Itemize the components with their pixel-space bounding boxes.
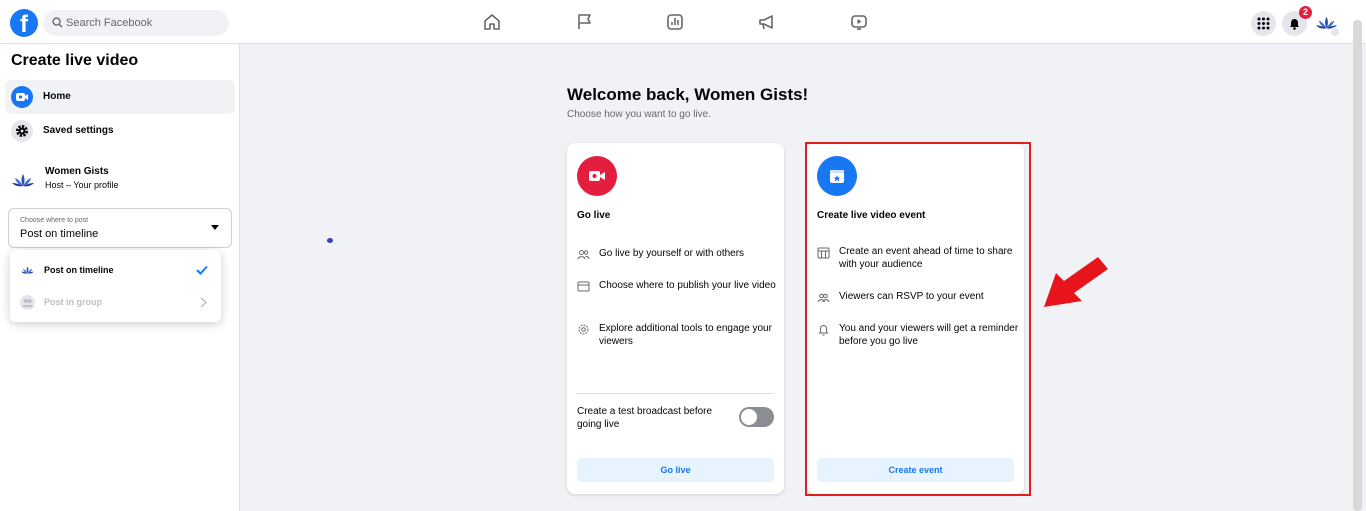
people-icon (577, 250, 590, 260)
post-destination-select[interactable]: Choose where to post Post on timeline (8, 208, 232, 248)
menu-grid-button[interactable] (1251, 11, 1276, 36)
account-chevron-icon[interactable] (1330, 27, 1340, 37)
option-label: Post on timeline (44, 265, 114, 275)
post-destination-dropdown: Post on timeline Post in group (10, 250, 221, 322)
megaphone-icon[interactable] (757, 12, 777, 32)
sidebar-title: Create live video (11, 52, 139, 69)
profile-role: Host – Your profile (45, 180, 119, 190)
select-label: Choose where to post (20, 217, 89, 224)
annotation-arrow-icon (1044, 257, 1108, 307)
select-value: Post on timeline (20, 228, 99, 240)
sidebar-item-home[interactable]: Home (5, 80, 235, 114)
sidebar-item-label: Saved settings (43, 125, 114, 136)
left-sidebar: Create live video Home Saved settings Wo… (0, 44, 240, 511)
live-camera-icon (11, 86, 33, 108)
option-post-on-timeline[interactable]: Post on timeline (10, 254, 221, 286)
option-label: Post in group (44, 297, 102, 307)
search-input[interactable] (66, 10, 224, 36)
card-divider (577, 393, 774, 394)
insights-icon[interactable] (665, 12, 685, 32)
card-title: Go live (577, 210, 611, 221)
caret-down-icon (211, 225, 219, 230)
facebook-logo[interactable]: f (10, 9, 38, 37)
bell-icon (1290, 19, 1299, 30)
lotus-logo-icon (20, 263, 35, 278)
lotus-logo-icon (12, 174, 34, 187)
live-camera-icon (577, 156, 617, 196)
profile-avatar (10, 168, 36, 194)
notification-badge: 2 (1299, 6, 1312, 19)
video-icon[interactable] (849, 12, 869, 32)
option-post-in-group[interactable]: Post in group (10, 286, 221, 318)
group-icon (20, 295, 35, 310)
search-icon (52, 17, 63, 28)
checkmark-icon (196, 265, 208, 275)
feature-text: Explore additional tools to engage your … (599, 323, 772, 347)
gear-icon (11, 120, 33, 142)
welcome-heading: Welcome back, Women Gists! (567, 85, 809, 104)
profile-name: Women Gists (45, 166, 109, 177)
sidebar-item-saved-settings[interactable]: Saved settings (5, 114, 235, 148)
publish-icon (577, 281, 590, 292)
flag-icon[interactable] (575, 12, 595, 32)
toggle-knob (741, 409, 757, 425)
search-box[interactable] (43, 10, 229, 36)
tools-gear-icon (578, 324, 589, 335)
go-live-card: Go live Go live by yourself or with othe… (567, 143, 784, 494)
test-broadcast-label: Create a test broadcast before going liv… (577, 406, 713, 430)
welcome-subtitle: Choose how you want to go live. (567, 109, 711, 120)
grid-icon (1257, 17, 1270, 30)
page-scrollbar[interactable] (1353, 20, 1362, 511)
chevron-right-icon (200, 297, 207, 308)
feature-text: Choose where to publish your live video (599, 280, 776, 291)
top-navigation-bar: f 2 (0, 0, 1366, 44)
go-live-button[interactable]: Go live (577, 458, 774, 482)
host-profile: Women Gists Host – Your profile (10, 166, 230, 196)
cursor-dot (327, 238, 333, 243)
home-icon[interactable] (482, 12, 502, 32)
sidebar-item-label: Home (43, 91, 71, 102)
test-broadcast-toggle[interactable] (739, 407, 774, 427)
feature-text: Go live by yourself or with others (599, 248, 745, 259)
highlight-box (805, 142, 1031, 496)
